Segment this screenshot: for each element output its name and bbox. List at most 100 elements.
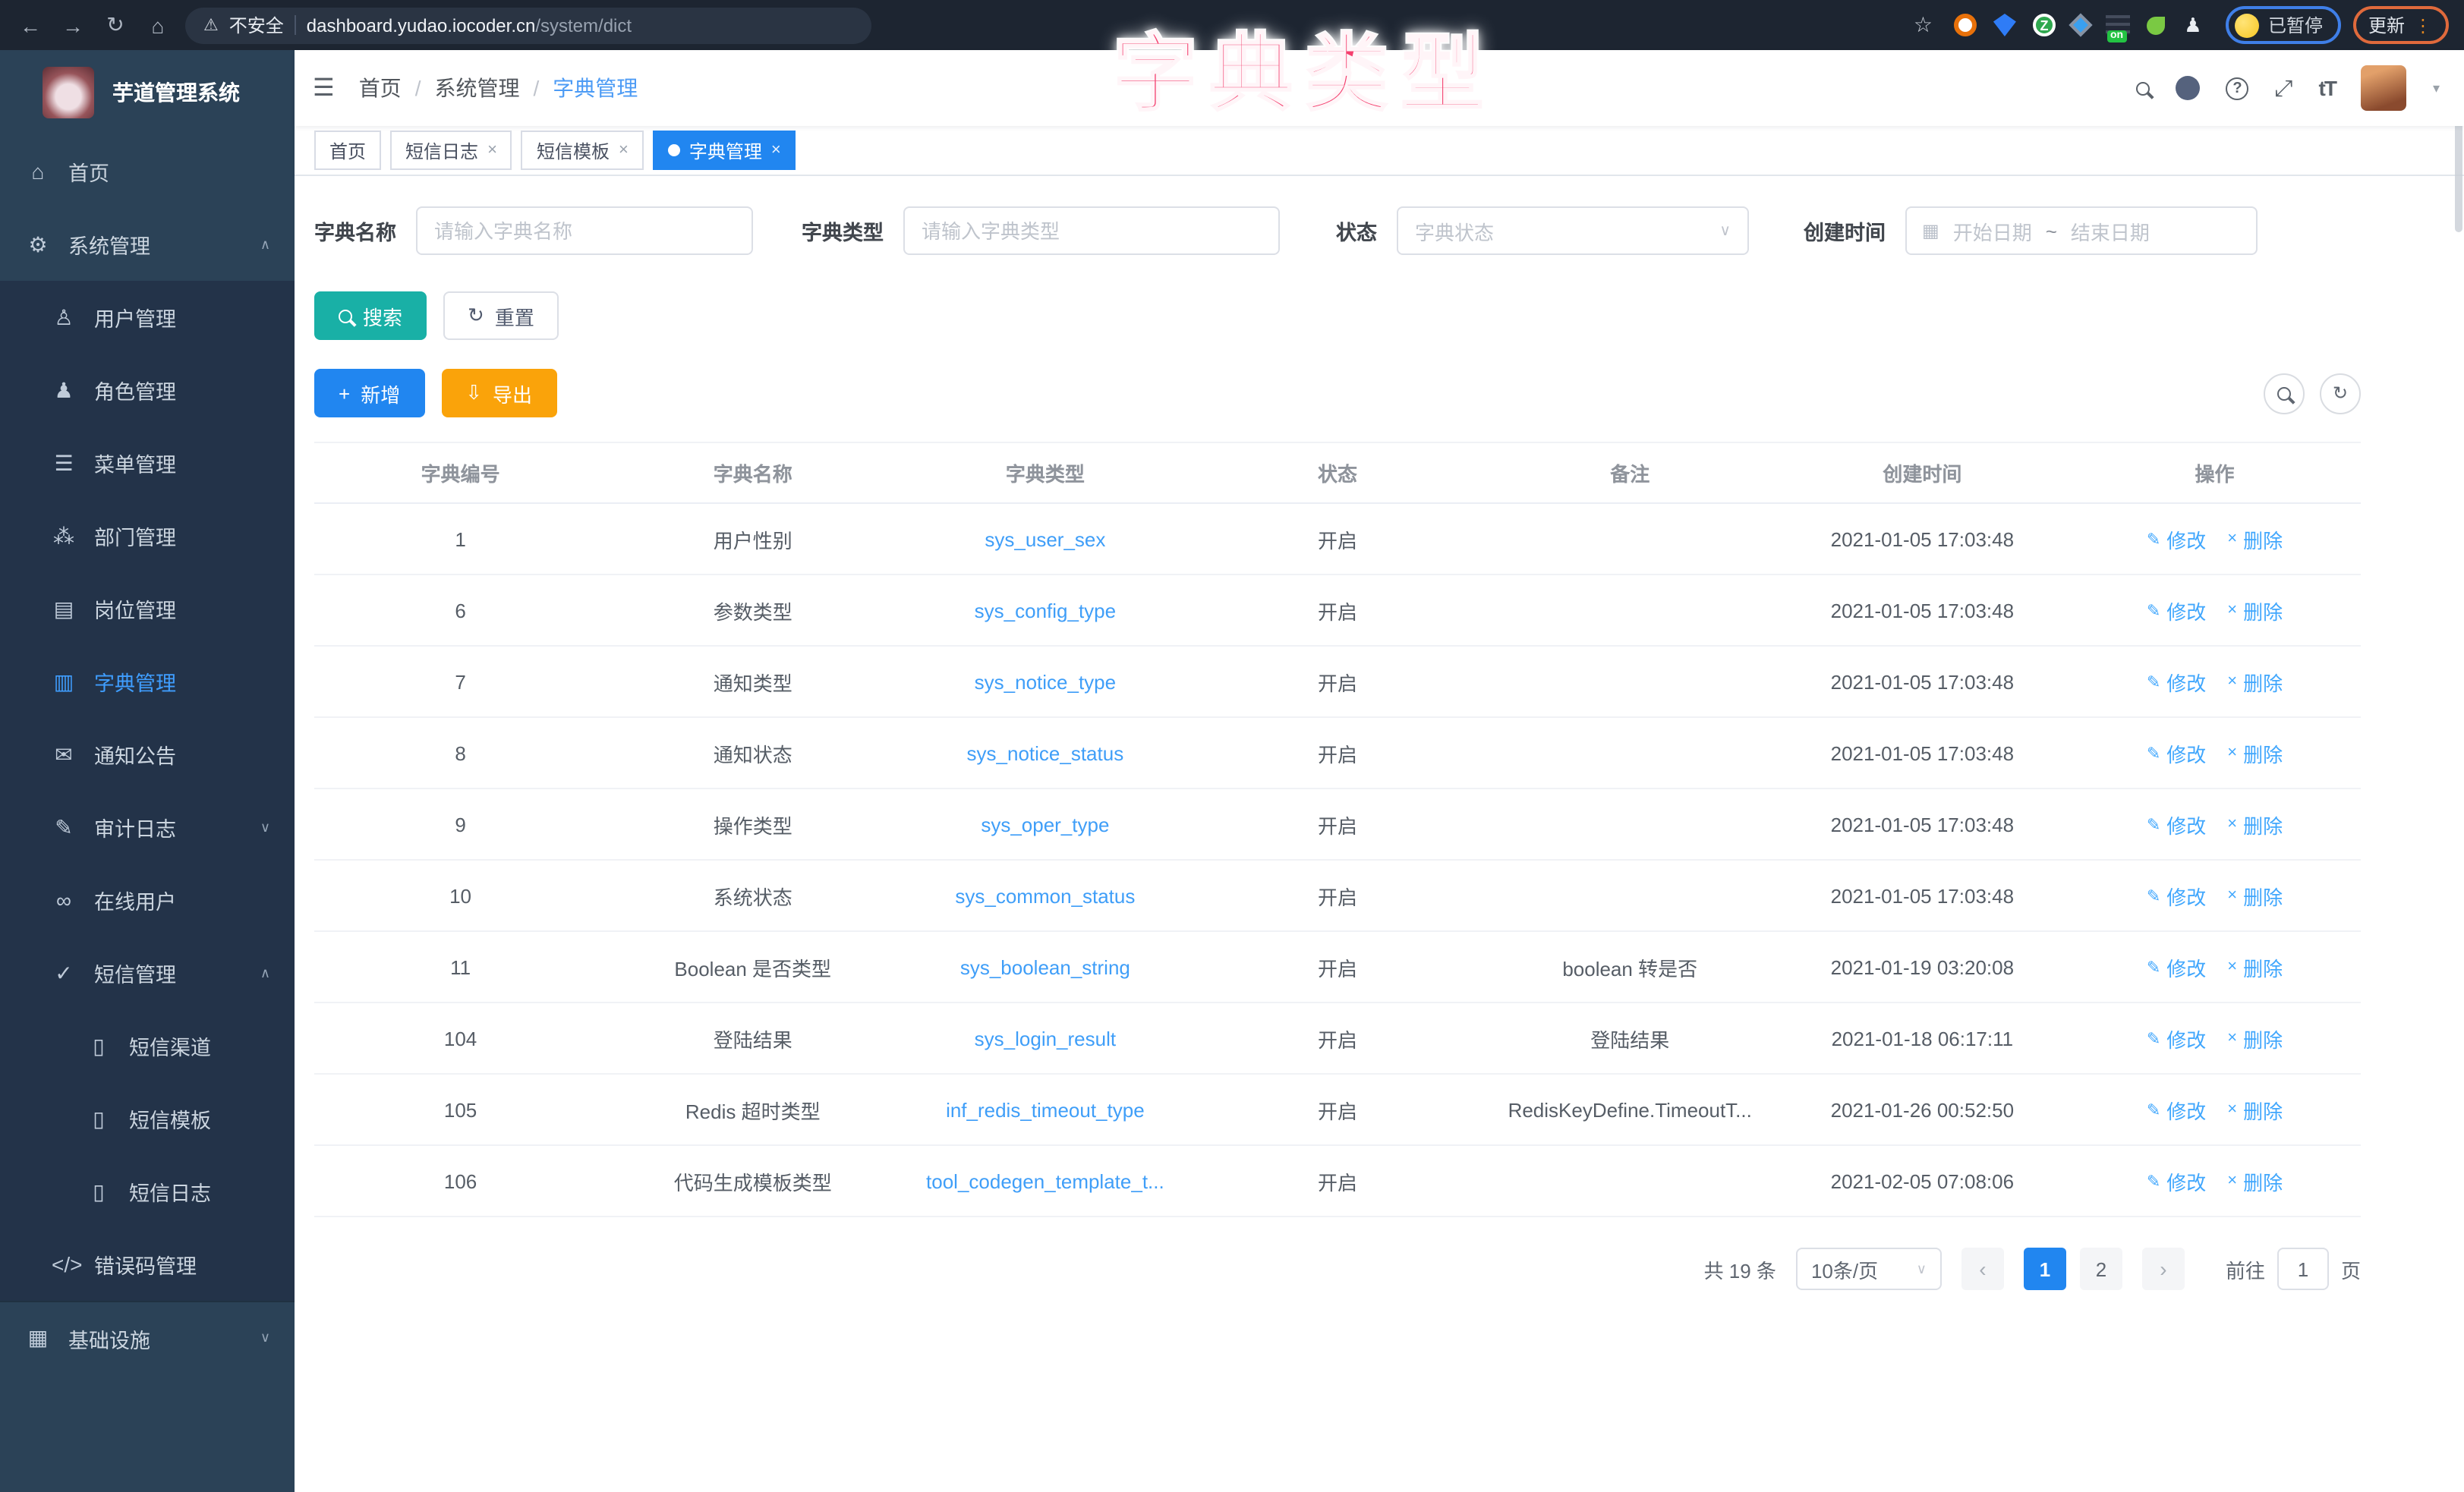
user-menu-caret-icon[interactable]: ▾ [2433,80,2440,96]
url-host: dashboard.yudao.iocoder.cn [307,14,536,36]
fullscreen-icon[interactable]: ⤢ [2274,75,2292,101]
address-bar[interactable]: ⚠ 不安全 dashboard.yudao.iocoder.cn/system/… [185,7,871,43]
extension-leaf-icon[interactable] [2147,16,2165,34]
delete-link[interactable]: ×删除 [2227,738,2283,767]
github-icon[interactable] [2176,76,2200,100]
delete-link[interactable]: ×删除 [2227,524,2283,553]
delete-link[interactable]: ×删除 [2227,596,2283,625]
dict-type-link[interactable]: sys_notice_status [967,741,1124,764]
tab-sms-template[interactable]: 短信模板× [521,131,644,170]
dict-type-link[interactable]: inf_redis_timeout_type [946,1098,1145,1121]
edit-link[interactable]: ✎修改 [2147,1166,2206,1195]
dict-type-link[interactable]: sys_oper_type [981,813,1109,836]
export-button[interactable]: ⇩ 导出 [441,369,556,417]
search-button[interactable]: 搜索 [314,291,427,340]
prev-page-button[interactable]: ‹ [1961,1248,2004,1290]
page-button-2[interactable]: 2 [2080,1248,2122,1290]
dict-type-link[interactable]: tool_codegen_template_t... [926,1169,1164,1192]
delete-link[interactable]: ×删除 [2227,1166,2283,1195]
close-icon[interactable]: × [771,141,781,159]
user-avatar[interactable] [2362,65,2407,111]
browser-menu-icon[interactable]: ⋮ [2414,14,2434,36]
reset-button[interactable]: ↻ 重置 [443,291,559,340]
add-button[interactable]: + 新增 [314,369,424,417]
bookmark-star-icon[interactable]: ☆ [1914,12,1933,38]
sidebar-item-announcements[interactable]: ✉通知公告 [0,718,295,791]
breadcrumb-item[interactable]: 系统管理 [434,73,519,103]
sidebar-item-sms-template[interactable]: ▯短信模板 [0,1082,295,1155]
edit-link[interactable]: ✎修改 [2147,881,2206,910]
security-label[interactable]: 不安全 [229,12,284,38]
online-users-icon: ∞ [52,888,76,912]
dict-name-input[interactable] [416,206,753,255]
extension-on-badge-icon[interactable]: on [2106,15,2130,35]
extension-gem-icon[interactable] [1993,14,2016,36]
sidebar-item-sms-channel[interactable]: ▯短信渠道 [0,1009,295,1082]
dict-type-link[interactable]: sys_config_type [975,599,1116,622]
sidebar-item-sms-log[interactable]: ▯短信日志 [0,1155,295,1228]
sidebar-item-dictionary[interactable]: ▥字典管理 [0,645,295,718]
extension-green-icon[interactable]: Z [2033,14,2056,36]
delete-link[interactable]: ×删除 [2227,1024,2283,1053]
sidebar-item-departments[interactable]: ⁂部门管理 [0,499,295,572]
paused-badge[interactable]: 已暂停 [2226,6,2341,44]
sidebar-item-online-users[interactable]: ∞在线用户 [0,864,295,936]
edit-link[interactable]: ✎修改 [2147,524,2206,553]
delete-link[interactable]: ×删除 [2227,1095,2283,1124]
page-button-1[interactable]: 1 [2024,1248,2066,1290]
forward-icon[interactable]: → [58,13,88,37]
delete-link[interactable]: ×删除 [2227,952,2283,981]
tab-home[interactable]: 首页 [314,131,381,170]
sidebar-item-users[interactable]: ♙用户管理 [0,281,295,354]
dict-type-link[interactable]: sys_user_sex [985,527,1105,550]
sidebar-item-error-codes[interactable]: </>错误码管理 [0,1228,295,1301]
table-refresh-button[interactable]: ↻ [2320,373,2361,414]
tab-dictionary[interactable]: 字典管理× [653,131,796,170]
edit-link[interactable]: ✎修改 [2147,596,2206,625]
search-icon[interactable] [2136,81,2150,95]
sidebar-item-infrastructure[interactable]: ▦基础设施∨ [0,1301,295,1374]
tab-sms-log[interactable]: 短信日志× [390,131,512,170]
sidebar-item-menus[interactable]: ☰菜单管理 [0,427,295,499]
back-icon[interactable]: ← [15,13,46,37]
sidebar-item-posts[interactable]: ▤岗位管理 [0,572,295,645]
update-button[interactable]: 更新 ⋮ [2353,6,2449,44]
next-page-button[interactable]: › [2142,1248,2185,1290]
sidebar-item-system[interactable]: ⚙系统管理∧ [0,208,295,281]
close-icon[interactable]: × [487,141,497,159]
sidebar-item-audit-log[interactable]: ✎审计日志∨ [0,791,295,864]
edit-link[interactable]: ✎修改 [2147,738,2206,767]
sidebar-item-home[interactable]: ⌂首页 [0,135,295,208]
dict-type-link[interactable]: sys_notice_type [975,670,1116,693]
table-search-button[interactable] [2264,373,2305,414]
reload-icon[interactable]: ↻ [100,12,131,38]
goto-page-input[interactable] [2277,1248,2329,1290]
sidebar-toggle-icon[interactable]: ☰ [313,73,335,103]
edit-link[interactable]: ✎修改 [2147,810,2206,839]
breadcrumb-item[interactable]: 首页 [359,73,402,103]
help-icon[interactable]: ? [2226,77,2248,99]
status-select[interactable]: 字典状态 ∨ [1397,206,1749,255]
edit-link[interactable]: ✎修改 [2147,1095,2206,1124]
edit-link[interactable]: ✎修改 [2147,667,2206,696]
extension-ring-icon[interactable] [1954,14,1977,36]
edit-link[interactable]: ✎修改 [2147,952,2206,981]
delete-link[interactable]: ×删除 [2227,667,2283,696]
edit-link[interactable]: ✎修改 [2147,1024,2206,1053]
delete-link[interactable]: ×删除 [2227,881,2283,910]
dict-type-link[interactable]: sys_boolean_string [960,955,1130,978]
extension-figure-icon[interactable]: ♟ [2182,14,2204,36]
app-logo-row[interactable]: 芋道管理系统 [0,50,295,135]
dict-type-input[interactable] [903,206,1280,255]
delete-link[interactable]: ×删除 [2227,810,2283,839]
dict-type-link[interactable]: sys_login_result [975,1027,1116,1050]
dict-type-link[interactable]: sys_common_status [955,884,1135,907]
extension-diamond-icon[interactable] [2069,13,2092,36]
browser-home-icon[interactable]: ⌂ [143,13,173,37]
text-size-icon[interactable]: tT [2319,76,2336,100]
sidebar-item-roles[interactable]: ♟角色管理 [0,354,295,427]
sidebar-item-sms[interactable]: ✓短信管理∧ [0,936,295,1009]
close-icon[interactable]: × [619,141,629,159]
page-size-select[interactable]: 10条/页 ∨ [1796,1248,1942,1290]
date-range-picker[interactable]: ▦ 开始日期 ~ 结束日期 [1905,206,2258,255]
